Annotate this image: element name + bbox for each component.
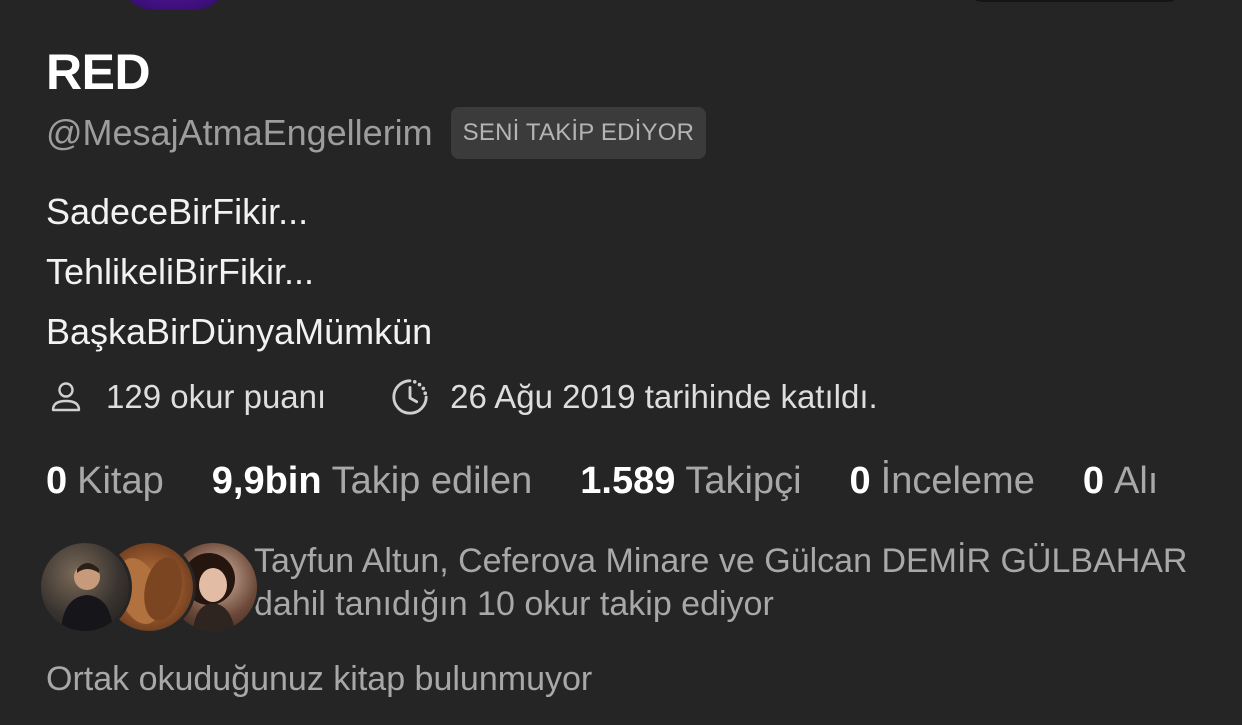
stat-quotes[interactable]: 0 Alı <box>1083 460 1159 503</box>
stat-value: 0 <box>1082 459 1104 502</box>
avatar <box>38 540 132 634</box>
stat-label: Takip edilen <box>331 459 533 502</box>
stat-label: İnceleme <box>880 459 1035 502</box>
stat-value: 9,9bin <box>211 459 322 502</box>
stat-label: Alı <box>1114 459 1159 502</box>
profile-avatar[interactable] <box>118 0 230 10</box>
stat-reviews[interactable]: 0 İnceleme <box>850 460 1035 503</box>
common-books-text: Ortak okuduğunuz kitap bulunmuyor <box>46 660 593 698</box>
stat-value: 0 <box>46 459 68 502</box>
stat-label: Kitap <box>77 459 164 502</box>
bio-line: BaşkaBirDünyaMümkün <box>46 311 433 352</box>
profile-bio: SadeceBirFikir... TehlikeliBirFikir... B… <box>46 182 432 362</box>
joined-date: 26 Ağu 2019 tarihinde katıldı. <box>450 378 878 415</box>
stat-label: Takipçi <box>685 459 802 502</box>
profile-name: RED <box>46 44 151 100</box>
person-icon <box>46 377 86 417</box>
reader-points: 129 okur puanı <box>106 378 327 415</box>
stat-books[interactable]: 0 Kitap <box>46 460 164 503</box>
profile-meta: 129 okur puanı 26 Ağu 2019 tarihinde kat… <box>46 372 878 422</box>
stat-value: 0 <box>849 459 871 502</box>
stat-followers[interactable]: 1.589 Takipçi <box>580 460 801 503</box>
bio-line: TehlikeliBirFikir... <box>46 251 315 292</box>
mutual-followers-avatars[interactable] <box>38 540 260 634</box>
follows-you-badge: SENİ TAKİP EDİYOR <box>450 107 707 159</box>
profile-handle: @MesajAtmaEngellerim <box>46 112 433 153</box>
handle-row: @MesajAtmaEngellerim SENİ TAKİP EDİYOR <box>46 106 707 160</box>
profile-action-button[interactable] <box>968 0 1182 2</box>
clock-history-icon <box>390 377 430 417</box>
mutual-followers-text[interactable]: Tayfun Altun, Ceferova Minare ve Gülcan … <box>254 540 1204 626</box>
stat-value: 1.589 <box>580 459 676 502</box>
bio-line: SadeceBirFikir... <box>46 191 309 232</box>
stat-following[interactable]: 9,9bin Takip edilen <box>212 460 533 503</box>
profile-stats: 0 Kitap 9,9bin Takip edilen 1.589 Takipçi 0… <box>46 454 1206 508</box>
